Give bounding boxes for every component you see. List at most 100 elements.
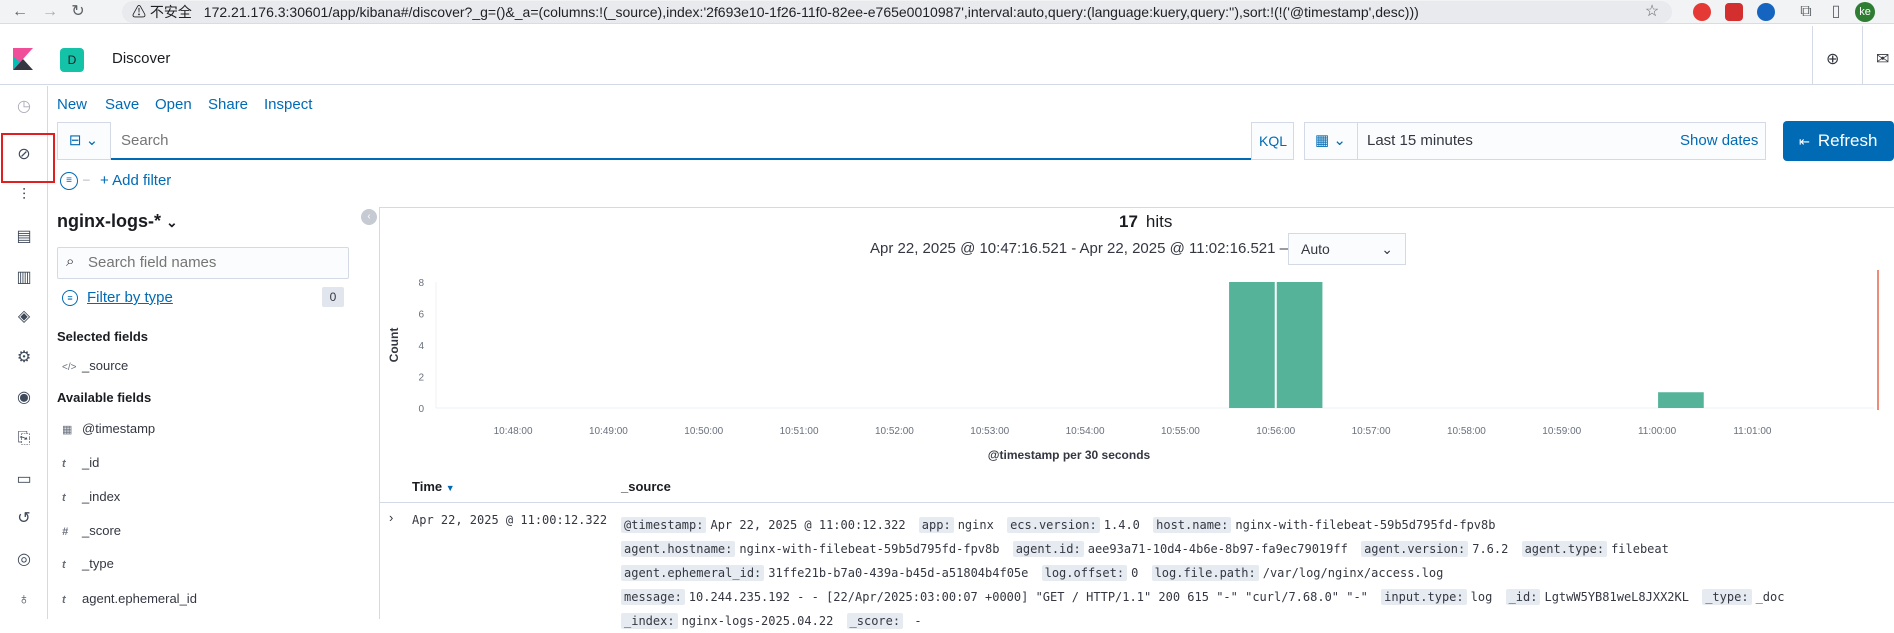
field-item[interactable]: </> _source bbox=[62, 358, 128, 380]
source-field-value: 0 bbox=[1131, 566, 1139, 580]
ml-icon[interactable]: ⚙ bbox=[12, 346, 36, 370]
menu-new[interactable]: New bbox=[57, 96, 87, 113]
refresh-button[interactable]: ⇤ Refresh bbox=[1783, 121, 1894, 161]
saved-query-button[interactable]: ⊟ ⌄ bbox=[57, 122, 111, 160]
field-item[interactable]: t _index bbox=[62, 489, 120, 511]
maps-icon[interactable]: ◈ bbox=[12, 305, 36, 329]
source-field-value: Apr 22, 2025 @ 11:00:12.322 bbox=[710, 518, 906, 532]
histogram-bar[interactable] bbox=[1658, 392, 1704, 408]
uptime-icon[interactable]: ↺ bbox=[12, 507, 36, 531]
source-field: @timestamp: Apr 22, 2025 @ 11:00:12.322 bbox=[621, 517, 906, 533]
table-header-divider bbox=[380, 502, 1894, 503]
source-field: agent.version: 7.6.2 bbox=[1361, 541, 1508, 557]
hits-count: 17 hits bbox=[1119, 212, 1172, 232]
date-range-text[interactable]: Last 15 minutes bbox=[1367, 132, 1473, 149]
bookmark-star-icon[interactable]: ☆ bbox=[1642, 2, 1662, 22]
extension-icon[interactable] bbox=[1757, 3, 1775, 21]
security-warning[interactable]: ⚠ 不安全 bbox=[132, 4, 192, 20]
field-item[interactable]: t agent.ephemeral_id bbox=[62, 591, 197, 613]
expand-row-icon[interactable]: › bbox=[389, 510, 393, 525]
field-item[interactable]: t _id bbox=[62, 455, 99, 477]
histogram-chart[interactable]: 0 2 4 6 8 10:48:00 10:49:00 10:50:00 10:51:00 10:… bbox=[380, 270, 1894, 465]
extension-icon[interactable] bbox=[1693, 3, 1711, 21]
source-field-key: log.file.path: bbox=[1151, 565, 1259, 581]
source-field: agent.id: aee93a71-10d4-4b6e-8b97-fa9ec79… bbox=[1012, 541, 1348, 557]
filter-by-type-button[interactable]: Filter by type bbox=[87, 289, 173, 306]
forward-arrow-icon[interactable]: → bbox=[40, 2, 60, 22]
help-icon[interactable]: ⊕ bbox=[1826, 49, 1839, 69]
histogram-bar[interactable] bbox=[1276, 282, 1323, 408]
index-pattern-selector[interactable]: nginx-logs-* ⌄ bbox=[57, 211, 178, 232]
show-dates-button[interactable]: Show dates bbox=[1680, 132, 1758, 149]
search-input[interactable] bbox=[111, 122, 1251, 160]
canvas-icon[interactable]: ▥ bbox=[12, 266, 36, 290]
menu-open[interactable]: Open bbox=[155, 96, 192, 113]
source-field-key: app: bbox=[918, 517, 954, 533]
y-axis-label: Count bbox=[387, 328, 401, 363]
field-name: _score bbox=[82, 523, 122, 538]
chevron-down-icon: ⌄ bbox=[1381, 241, 1393, 257]
source-field-value: _doc bbox=[1755, 590, 1785, 604]
source-field: _id: LgtwW5YB81weL8JXX2KL bbox=[1505, 589, 1689, 605]
source-field-key: _id: bbox=[1505, 589, 1541, 605]
source-field-value: nginx-with-filebeat-59b5d795fd-fpv8b bbox=[1235, 518, 1496, 532]
profile-avatar[interactable]: ke bbox=[1855, 2, 1875, 22]
x-tick-label: 10:57:00 bbox=[1352, 426, 1391, 437]
field-type-icon: </> bbox=[62, 362, 77, 373]
menu-save[interactable]: Save bbox=[105, 96, 139, 113]
siem-icon[interactable]: ◎ bbox=[12, 548, 36, 572]
source-field: app: nginx bbox=[918, 517, 994, 533]
field-item[interactable]: t _type bbox=[62, 556, 114, 578]
recently-viewed-icon[interactable]: ◷ bbox=[12, 95, 36, 119]
logs-icon[interactable]: ⎘ bbox=[12, 427, 36, 451]
source-field-key: _index: bbox=[621, 613, 678, 629]
add-filter-button[interactable]: + Add filter bbox=[100, 172, 171, 189]
saved-query-icon: ⊟ ⌄ bbox=[68, 132, 99, 149]
source-field-value: nginx-logs-2025.04.22 bbox=[681, 614, 834, 628]
kibana-header bbox=[0, 25, 1894, 85]
source-field-value: nginx-with-filebeat-59b5d795fd-fpv8b bbox=[739, 542, 1000, 556]
field-item[interactable]: ▦ @timestamp bbox=[62, 421, 155, 443]
source-field-value: log bbox=[1470, 590, 1493, 604]
filter-divider: – bbox=[83, 172, 90, 186]
kibana-logo-icon[interactable] bbox=[10, 46, 36, 72]
source-field: _index: nginx-logs-2025.04.22 bbox=[621, 613, 834, 629]
source-field: agent.type: filebeat bbox=[1521, 541, 1669, 557]
interval-select[interactable]: Auto ⌄ bbox=[1288, 233, 1406, 265]
source-field-value: filebeat bbox=[1611, 542, 1669, 556]
visualize-icon[interactable]: ⫶ bbox=[12, 184, 36, 208]
field-name: _index bbox=[82, 489, 121, 504]
source-field-key: ecs.version: bbox=[1007, 517, 1100, 533]
kql-toggle-button[interactable]: KQL bbox=[1251, 122, 1294, 160]
x-tick-label: 10:59:00 bbox=[1542, 426, 1581, 437]
dashboard-icon[interactable]: ▤ bbox=[12, 225, 36, 249]
filter-icon: ≡ bbox=[62, 290, 78, 306]
source-field-value: - bbox=[907, 614, 922, 628]
space-avatar[interactable]: D bbox=[60, 48, 84, 72]
collapse-sidebar-icon[interactable]: ‹ bbox=[361, 209, 377, 225]
quick-date-menu-button[interactable]: ▦ ⌄ bbox=[1304, 122, 1358, 160]
field-name: _source bbox=[82, 358, 129, 373]
filter-options-icon[interactable]: ≡ bbox=[60, 172, 78, 190]
field-search-input[interactable] bbox=[88, 254, 338, 271]
x-axis-label: @timestamp per 30 seconds bbox=[988, 448, 1151, 462]
refresh-icon: ⇤ bbox=[1799, 134, 1810, 149]
menu-inspect[interactable]: Inspect bbox=[264, 96, 312, 113]
apm-icon[interactable]: ▭ bbox=[12, 468, 36, 492]
menu-share[interactable]: Share bbox=[208, 96, 248, 113]
extension-icon[interactable] bbox=[1725, 3, 1743, 21]
field-type-icon: ▦ bbox=[62, 424, 73, 436]
field-item[interactable]: # _score bbox=[62, 523, 121, 545]
infrastructure-icon[interactable]: ◉ bbox=[12, 386, 36, 410]
address-bar[interactable]: ⚠ 不安全 172.21.176.3:30601/app/kibana#/dis… bbox=[122, 1, 1672, 23]
source-field: _score: - bbox=[846, 613, 922, 629]
dev-tools-icon[interactable]: ♁ bbox=[12, 588, 36, 612]
histogram-bar[interactable] bbox=[1229, 282, 1275, 408]
extensions-puzzle-icon[interactable]: ⧉ bbox=[1796, 2, 1816, 22]
mail-icon[interactable]: ✉ bbox=[1876, 49, 1889, 69]
reload-icon[interactable]: ↻ bbox=[68, 2, 88, 22]
back-arrow-icon[interactable]: ← bbox=[10, 2, 30, 22]
header-divider bbox=[1812, 26, 1813, 85]
sidepanel-icon[interactable]: ▯ bbox=[1826, 2, 1846, 22]
time-column-header[interactable]: Time ▼ bbox=[412, 479, 455, 494]
